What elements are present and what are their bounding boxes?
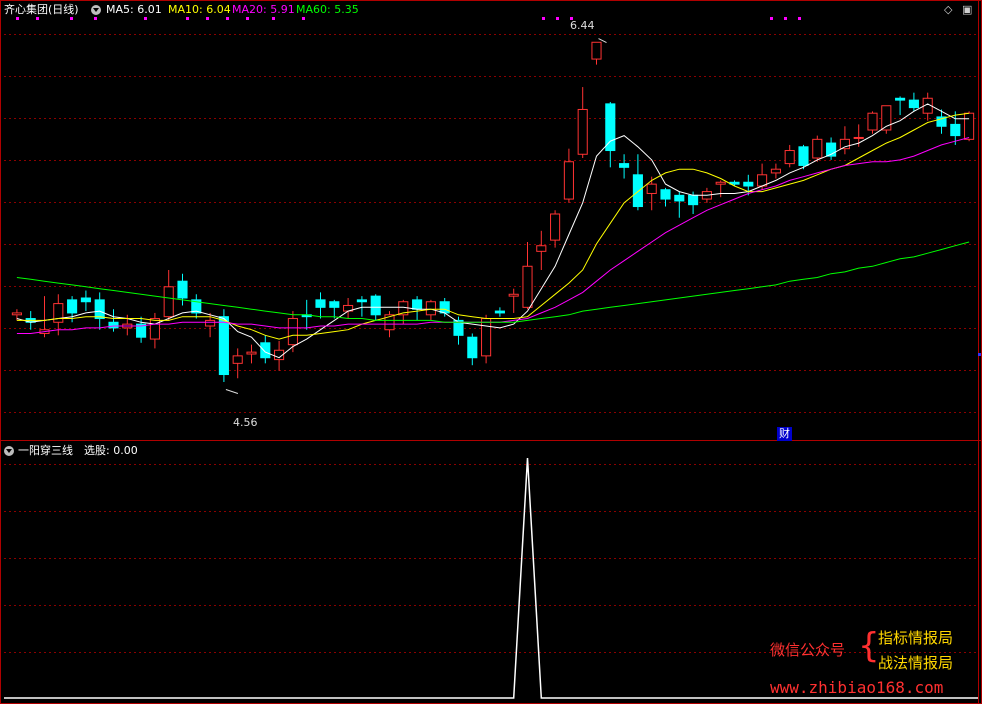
event-dot [302,17,305,20]
candle-body [80,297,91,303]
event-dot [144,17,147,20]
candle-body [205,319,216,327]
candle-body [163,286,174,318]
finance-marker[interactable]: 财 [777,427,792,441]
candle-body [467,336,478,359]
event-dot [226,17,229,20]
event-dot [272,17,275,20]
candle-body [853,136,864,139]
indicator-name: 一阳穿三线 [18,444,73,457]
candle-body [812,138,823,159]
candle-body [11,312,22,316]
event-dot [36,17,39,20]
candle-body [784,150,795,165]
event-dot [186,17,189,20]
ma60-label: MA60: 5.35 [296,3,359,16]
watermark-line1: 指标情报局 [878,629,954,647]
watermark-prefix: 微信公众号 [770,641,846,659]
candle-body [481,318,492,357]
high-price-label: 6.44 [570,19,595,32]
candle-body [329,301,340,308]
diamond-icon[interactable]: ◇ [944,3,952,17]
event-dot [784,17,787,20]
candle-body [743,181,754,187]
candle-body [315,299,326,308]
candle-body [232,355,243,364]
candle-body [412,299,423,310]
candle-body [563,161,574,200]
candle-body [660,189,671,200]
low-pointer [225,388,239,394]
candle-body [550,213,561,241]
candle-body [674,194,685,202]
candle-body [798,146,809,166]
candle-body [964,112,975,140]
signal-line [4,457,978,699]
stock-name: 齐心集团(日线) [4,3,79,16]
ma20-line [16,137,970,334]
candle-body [149,318,160,340]
event-dot [206,17,209,20]
event-dot [556,17,559,20]
candle-body [577,108,588,155]
dropdown-icon[interactable] [91,5,101,15]
candle-body [770,168,781,174]
candle-body [646,183,657,194]
ma5-label: MA5: 6.01 [106,3,162,16]
candle-body [632,174,643,208]
candle-body [494,310,505,314]
candle-body [605,103,616,152]
watermark-brace: { [858,626,880,666]
candle-body [688,194,699,206]
indicator-dropdown-icon[interactable] [4,446,14,456]
watermark-url: www.zhibiao168.com [770,678,944,697]
ma60-line [16,241,970,323]
candle-body [218,316,229,376]
event-dot [798,17,801,20]
low-price-label: 4.56 [233,416,258,429]
candle-body [591,41,602,60]
candle-body [895,97,906,101]
candle-body [246,351,257,355]
event-dot [16,17,19,20]
candle-body [439,301,450,314]
event-dot [94,17,97,20]
candle-body [867,112,878,131]
event-dot [542,17,545,20]
ma20-label: MA20: 5.91 [232,3,295,16]
candle-body [536,245,547,252]
event-dot [770,17,773,20]
candle-body [108,321,119,329]
candle-body [356,299,367,303]
candle-body [950,123,961,137]
candle-body [177,280,188,299]
candle-body [67,299,78,314]
candle-body [715,181,726,185]
candle-body [53,303,64,323]
candle-body [619,163,630,168]
candle-body [287,318,298,346]
price-axis-marker [978,353,981,356]
candle-body [370,295,381,316]
ma10-label: MA10: 6.04 [168,3,231,16]
candle-body [94,299,105,320]
candle-body [260,342,271,359]
stock-chart[interactable] [0,0,982,704]
event-dot [70,17,73,20]
candle-body [425,301,436,316]
candle-body [508,293,519,297]
event-dot [246,17,249,20]
candle-body [908,99,919,109]
candle-body [522,265,533,308]
maximize-icon[interactable]: ▣ [962,3,972,17]
indicator-value: 选股: 0.00 [84,444,138,457]
watermark-line2: 战法情报局 [878,654,954,672]
